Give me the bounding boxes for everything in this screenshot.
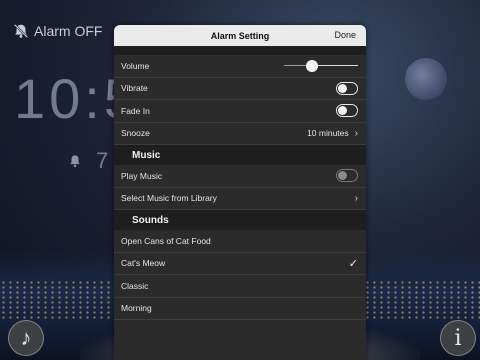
snooze-label: Snooze [121, 128, 150, 139]
volume-slider-thumb[interactable] [306, 59, 319, 72]
toggle-knob [338, 171, 347, 181]
sound-item[interactable]: Open Cans of Cat Food [114, 230, 366, 253]
alarm-setting-sheet: Alarm Setting Done Volume Vibrate Fade I… [114, 25, 366, 360]
info-button[interactable]: i [440, 320, 476, 356]
sound-item[interactable]: Cat's Meow ✓ [114, 253, 366, 275]
bell-icon [70, 155, 80, 168]
sound-item-label: Cat's Meow [121, 258, 166, 269]
play-music-row: Play Music [114, 165, 366, 188]
section-gap [114, 46, 366, 55]
moon-image [405, 58, 447, 100]
toggle-knob [338, 106, 347, 116]
chevron-right-icon: › [354, 127, 358, 139]
snooze-row[interactable]: Snooze 10 minutes › [114, 123, 366, 145]
sound-item-label: Classic [121, 280, 149, 291]
toggle-knob [338, 83, 347, 93]
alarm-status-label: Alarm OFF [34, 23, 103, 39]
fade-in-label: Fade In [121, 105, 150, 116]
music-button[interactable]: ♪ [8, 320, 44, 356]
volume-track-empty [312, 65, 358, 67]
checkmark-icon: ✓ [348, 257, 358, 270]
select-music-label: Select Music from Library [121, 193, 217, 204]
fade-in-row: Fade In [114, 100, 366, 123]
vibrate-toggle[interactable] [336, 81, 358, 95]
sound-item[interactable]: Morning [114, 298, 366, 320]
play-music-label: Play Music [121, 170, 163, 181]
vibrate-row: Vibrate [114, 78, 366, 100]
snooze-value-group: 10 minutes › [307, 128, 358, 139]
volume-label: Volume [121, 60, 150, 71]
fade-in-toggle[interactable] [336, 104, 358, 118]
volume-row: Volume [114, 55, 366, 78]
chevron-right-icon: › [354, 192, 358, 204]
sheet-header: Alarm Setting Done [114, 25, 366, 46]
info-icon: i [454, 325, 462, 351]
play-music-toggle[interactable] [336, 169, 358, 183]
vibrate-label: Vibrate [121, 83, 148, 94]
volume-slider[interactable] [284, 59, 358, 72]
done-button[interactable]: Done [334, 25, 356, 46]
music-section-header: Music [114, 145, 366, 165]
select-music-row[interactable]: Select Music from Library › [114, 188, 366, 210]
sound-item-label: Open Cans of Cat Food [121, 235, 211, 246]
snooze-value: 10 minutes [307, 128, 349, 139]
sounds-section-header: Sounds [114, 210, 366, 230]
music-note-icon: ♪ [20, 325, 32, 350]
sound-item-label: Morning [121, 303, 152, 314]
alarm-status[interactable]: Alarm OFF [12, 22, 102, 40]
bell-slash-icon [13, 23, 29, 39]
alarm-time: 7 [96, 148, 109, 173]
sound-item[interactable]: Classic [114, 275, 366, 298]
sheet-title: Alarm Setting [210, 30, 270, 41]
